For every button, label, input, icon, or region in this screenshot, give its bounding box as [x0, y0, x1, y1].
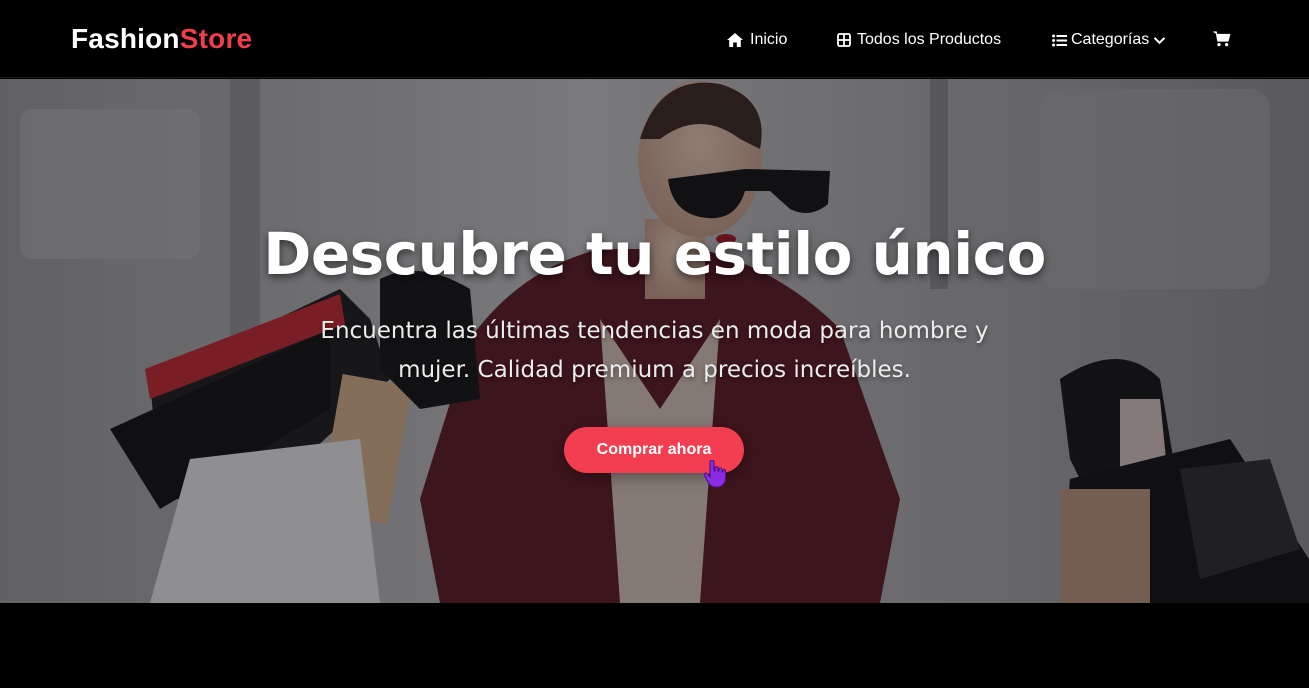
page-bottom-area [0, 603, 1309, 688]
chevron-down-icon [1153, 36, 1166, 45]
brand-name-part1: Fashion [71, 23, 180, 54]
hero-title: Descubre tu estilo único [263, 220, 1046, 288]
nav-link-label: Todos los Productos [857, 31, 1002, 48]
cart-button[interactable] [1213, 29, 1231, 49]
home-icon [726, 32, 744, 48]
nav-link-inicio[interactable]: Inicio [726, 30, 787, 50]
cart-icon [1213, 31, 1231, 47]
nav-link-label: Categorías [1071, 31, 1150, 48]
hero-subtitle: Encuentra las últimas tendencias en moda… [320, 318, 989, 383]
hand-pointer-cursor-icon [703, 460, 726, 488]
hero-section: Descubre tu estilo único Encuentra las ú… [0, 79, 1309, 603]
nav-link-todos-productos[interactable]: Todos los Productos [837, 30, 1001, 50]
nav-dropdown-categorias[interactable]: Categorías [1052, 30, 1166, 50]
navbar: FashionStore Inicio Todos los Productos … [0, 0, 1309, 78]
grid-icon [837, 33, 851, 47]
brand-name-part2: Store [179, 23, 253, 54]
brand-logo[interactable]: FashionStore [71, 22, 252, 56]
list-icon [1052, 34, 1067, 47]
nav-link-label: Inicio [750, 31, 788, 48]
